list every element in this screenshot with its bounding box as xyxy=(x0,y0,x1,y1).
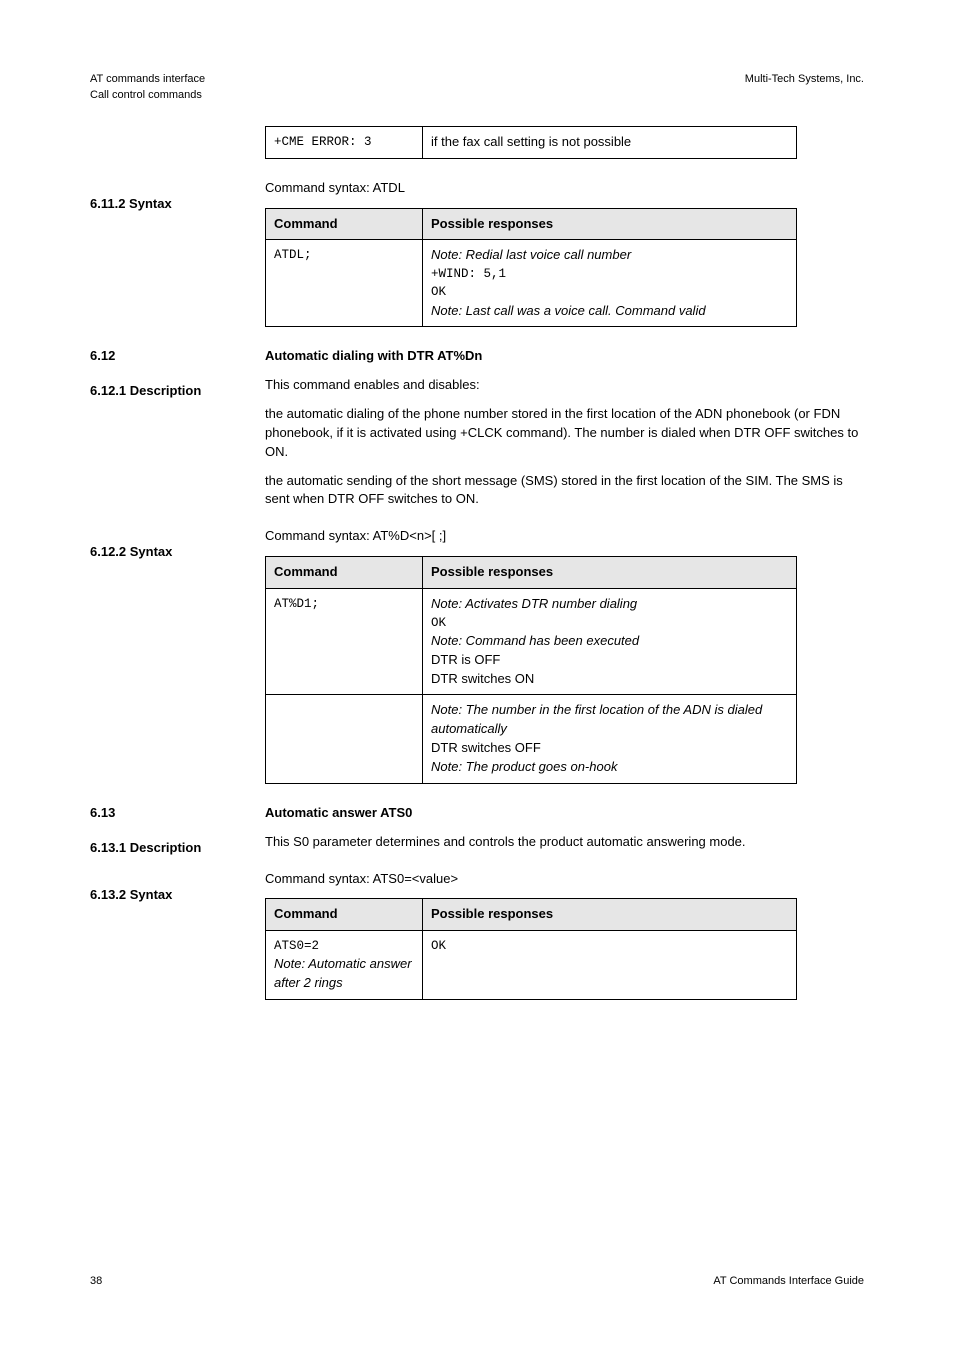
header-left-line2: Call control commands xyxy=(90,88,205,104)
sidebar-6-13: 6.13 6.13.1 Description xyxy=(90,804,265,858)
footer-page-number: 38 xyxy=(90,1274,102,1290)
note: Note: Activates DTR number dialing xyxy=(431,596,637,611)
sidebar-6-12: 6.12 6.12.1 Description xyxy=(90,347,265,401)
cell-code: ATDL; xyxy=(266,240,423,327)
sidebar-heading-syntax: 6.12.2 Syntax xyxy=(90,543,265,562)
note: Note: Redial last voice call number xyxy=(431,247,631,262)
table-row: ATS0=2 Note: Automatic answer after 2 ri… xyxy=(266,931,797,1000)
cell-desc: Note: The number in the first location o… xyxy=(423,695,797,783)
table-header-row: Command Possible responses xyxy=(266,208,797,240)
section-title: Automatic dialing with DTR AT%Dn xyxy=(265,347,864,366)
syntax-table-6-11-2: Command Possible responses ATDL; Note: R… xyxy=(265,208,797,328)
sidebar-6-13-2: 6.13.2 Syntax xyxy=(90,870,265,905)
continuation-right: +CME ERROR: 3 if the fax call setting is… xyxy=(265,126,864,159)
sidebar-heading-syntax: 6.13.2 Syntax xyxy=(90,886,265,905)
header-right: Multi-Tech Systems, Inc. xyxy=(745,72,864,88)
resp-line: DTR is OFF xyxy=(431,651,788,670)
page: AT commands interface Call control comma… xyxy=(0,0,954,1350)
syntax-table-6-12: Command Possible responses AT%D1; Note: … xyxy=(265,556,797,784)
section-number: 6.12 xyxy=(90,347,265,366)
header-left-line1: AT commands interface xyxy=(90,72,205,88)
resp-line: DTR switches OFF xyxy=(431,739,788,758)
cell-desc: OK xyxy=(423,931,797,1000)
section-6-13: 6.13 6.13.1 Description Automatic answer… xyxy=(90,796,864,852)
para: the automatic dialing of the phone numbe… xyxy=(265,405,864,462)
cell-code: AT%D1; xyxy=(266,588,423,695)
content-6-11-2: Command syntax: ATDL Command Possible re… xyxy=(265,179,864,328)
cell-code: +CME ERROR: 3 xyxy=(266,126,423,158)
cell-code xyxy=(266,695,423,783)
para: the automatic sending of the short messa… xyxy=(265,472,864,510)
th-command: Command xyxy=(266,557,423,589)
th-responses: Possible responses xyxy=(423,208,797,240)
content-6-13-2: Command syntax: ATS0=<value> Command Pos… xyxy=(265,870,864,1001)
continuation-table: +CME ERROR: 3 if the fax call setting is… xyxy=(265,126,797,159)
table-row: +CME ERROR: 3 if the fax call setting is… xyxy=(266,126,797,158)
section-6-11-2: 6.11.2 Syntax Command syntax: ATDL Comma… xyxy=(90,171,864,328)
sidebar-6-11-2: 6.11.2 Syntax xyxy=(90,179,265,214)
th-command: Command xyxy=(266,208,423,240)
footer-right: AT Commands Interface Guide xyxy=(713,1274,864,1290)
resp-line: +WIND: 5,1 xyxy=(431,265,788,283)
table-row: Note: The number in the first location o… xyxy=(266,695,797,783)
section-6-12: 6.12 6.12.1 Description Automatic dialin… xyxy=(90,339,864,509)
th-command: Command xyxy=(266,899,423,931)
para: This S0 parameter determines and control… xyxy=(265,833,864,852)
para: This command enables and disables: xyxy=(265,376,864,395)
content-6-12: Automatic dialing with DTR AT%Dn This co… xyxy=(265,347,864,509)
note: Note: Command has been executed xyxy=(431,633,639,648)
table-header-row: Command Possible responses xyxy=(266,557,797,589)
table-header-row: Command Possible responses xyxy=(266,899,797,931)
content-6-13: Automatic answer ATS0 This S0 parameter … xyxy=(265,804,864,852)
note: Note: The number in the first location o… xyxy=(431,702,762,736)
sidebar-6-12-2: 6.12.2 Syntax xyxy=(90,527,265,562)
resp-line: OK xyxy=(431,937,788,955)
th-responses: Possible responses xyxy=(423,899,797,931)
note: Note: Automatic answer after 2 rings xyxy=(274,956,412,990)
section-6-12-2: 6.12.2 Syntax Command syntax: AT%D<n>[ ;… xyxy=(90,519,864,784)
note: Note: The product goes on-hook xyxy=(431,759,617,774)
section-number: 6.13 xyxy=(90,804,265,823)
syntax-line: Command syntax: ATS0=<value> xyxy=(265,870,864,889)
sidebar-heading-desc: 6.13.1 Description xyxy=(90,839,265,858)
table-row: ATDL; Note: Redial last voice call numbe… xyxy=(266,240,797,327)
cell-desc: Note: Activates DTR number dialing OK No… xyxy=(423,588,797,695)
syntax-line: Command syntax: ATDL xyxy=(265,179,864,198)
resp-line: OK xyxy=(431,283,788,301)
sidebar-heading: 6.11.2 Syntax xyxy=(90,195,265,214)
cell-desc: Note: Redial last voice call number +WIN… xyxy=(423,240,797,327)
cell-desc: if the fax call setting is not possible xyxy=(423,126,797,158)
content-6-12-2: Command syntax: AT%D<n>[ ;] Command Poss… xyxy=(265,527,864,784)
continuation-block: +CME ERROR: 3 if the fax call setting is… xyxy=(90,118,864,159)
page-footer: 38 AT Commands Interface Guide xyxy=(90,1274,864,1290)
section-title: Automatic answer ATS0 xyxy=(265,804,864,823)
resp-line: DTR switches ON xyxy=(431,670,788,689)
section-6-13-2: 6.13.2 Syntax Command syntax: ATS0=<valu… xyxy=(90,862,864,1001)
cmd-line: ATS0=2 xyxy=(274,937,414,955)
syntax-line: Command syntax: AT%D<n>[ ;] xyxy=(265,527,864,546)
syntax-table-6-13: Command Possible responses ATS0=2 Note: … xyxy=(265,898,797,1000)
header-left: AT commands interface Call control comma… xyxy=(90,72,205,104)
sidebar-heading-desc: 6.12.1 Description xyxy=(90,382,265,401)
page-header: AT commands interface Call control comma… xyxy=(90,72,864,104)
cell-code: ATS0=2 Note: Automatic answer after 2 ri… xyxy=(266,931,423,1000)
note: Note: Last call was a voice call. Comman… xyxy=(431,303,706,318)
th-responses: Possible responses xyxy=(423,557,797,589)
resp-line: OK xyxy=(431,614,788,632)
table-row: AT%D1; Note: Activates DTR number dialin… xyxy=(266,588,797,695)
